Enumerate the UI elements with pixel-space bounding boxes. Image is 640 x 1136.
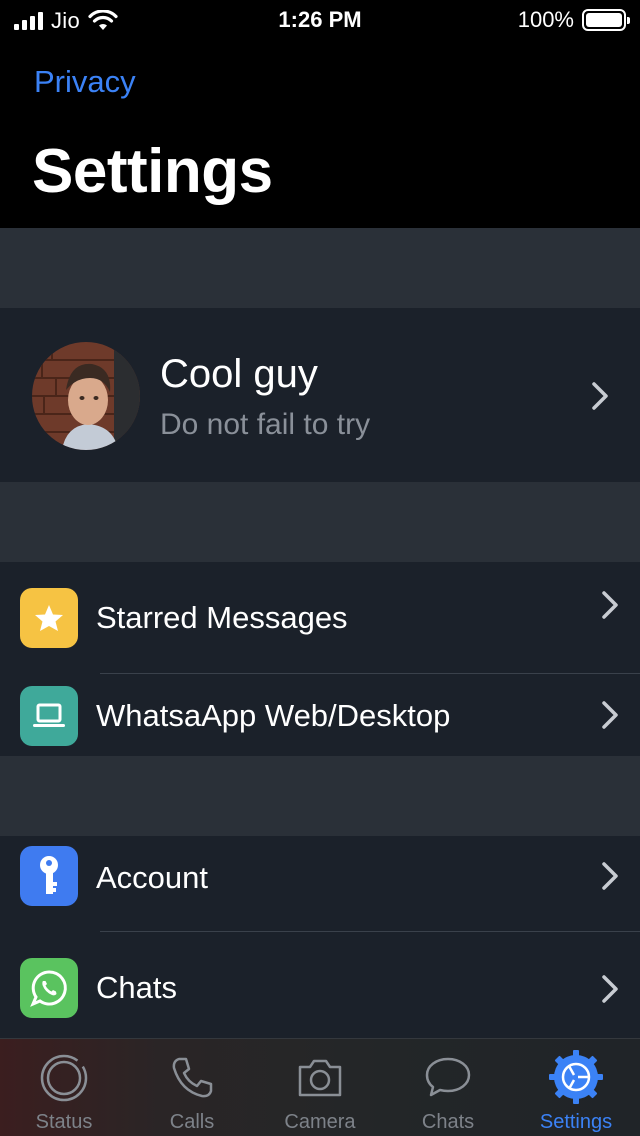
battery-icon: [582, 9, 630, 31]
tab-label: Settings: [539, 1111, 613, 1133]
status-right: 100%: [517, 7, 630, 33]
section-spacer: [0, 228, 640, 308]
chevron-right-icon: [592, 382, 608, 410]
battery-percent: 100%: [517, 7, 574, 32]
row-label: Starred Messages: [96, 600, 348, 635]
avatar: [32, 342, 140, 450]
tab-camera[interactable]: Camera: [256, 1039, 384, 1136]
status-bar: Jio 1:26 PM 100%: [0, 0, 640, 40]
tab-label: Chats: [421, 1111, 475, 1133]
key-icon: [20, 846, 78, 906]
row-label: Account: [96, 860, 209, 895]
chevron-right-icon: [602, 591, 618, 619]
phone-icon: [172, 1057, 213, 1098]
row-label: Chats: [96, 970, 177, 1005]
tab-calls[interactable]: Calls: [128, 1039, 256, 1136]
tab-label: Camera: [284, 1111, 356, 1133]
chevron-right-icon: [602, 862, 618, 890]
settings-group: Starred Messages WhatsaApp Web/Desktop: [0, 562, 640, 756]
row-label: WhatsaApp Web/Desktop: [96, 698, 451, 733]
section-spacer: [0, 756, 640, 836]
back-button[interactable]: Privacy: [34, 64, 136, 100]
laptop-icon: [20, 686, 78, 746]
chevron-right-icon: [602, 975, 618, 1003]
starred-messages-row[interactable]: Starred Messages: [0, 562, 640, 674]
tab-settings[interactable]: Settings: [512, 1039, 640, 1136]
whatsapp-icon: [20, 958, 78, 1018]
tab-bar: Status Calls Camera Chats Settings: [0, 1038, 640, 1136]
page-title: Settings: [32, 137, 273, 206]
section-spacer: [0, 482, 640, 562]
chevron-right-icon: [602, 701, 618, 729]
settings-group: Account Chats: [0, 836, 640, 1038]
tab-label: Status: [35, 1111, 93, 1133]
camera-icon: [298, 1059, 342, 1097]
gear-icon: [549, 1050, 603, 1104]
tab-chats[interactable]: Chats: [384, 1039, 512, 1136]
profile-name: Cool guy: [160, 352, 318, 396]
status-icon: [40, 1054, 88, 1102]
chat-bubble-icon: [425, 1057, 471, 1097]
star-icon: [20, 588, 78, 648]
tab-status[interactable]: Status: [0, 1039, 128, 1136]
tab-label: Calls: [169, 1111, 215, 1133]
profile-row[interactable]: Cool guy Do not fail to try: [0, 308, 640, 482]
chats-row[interactable]: Chats: [0, 932, 640, 1044]
profile-status: Do not fail to try: [160, 408, 371, 441]
